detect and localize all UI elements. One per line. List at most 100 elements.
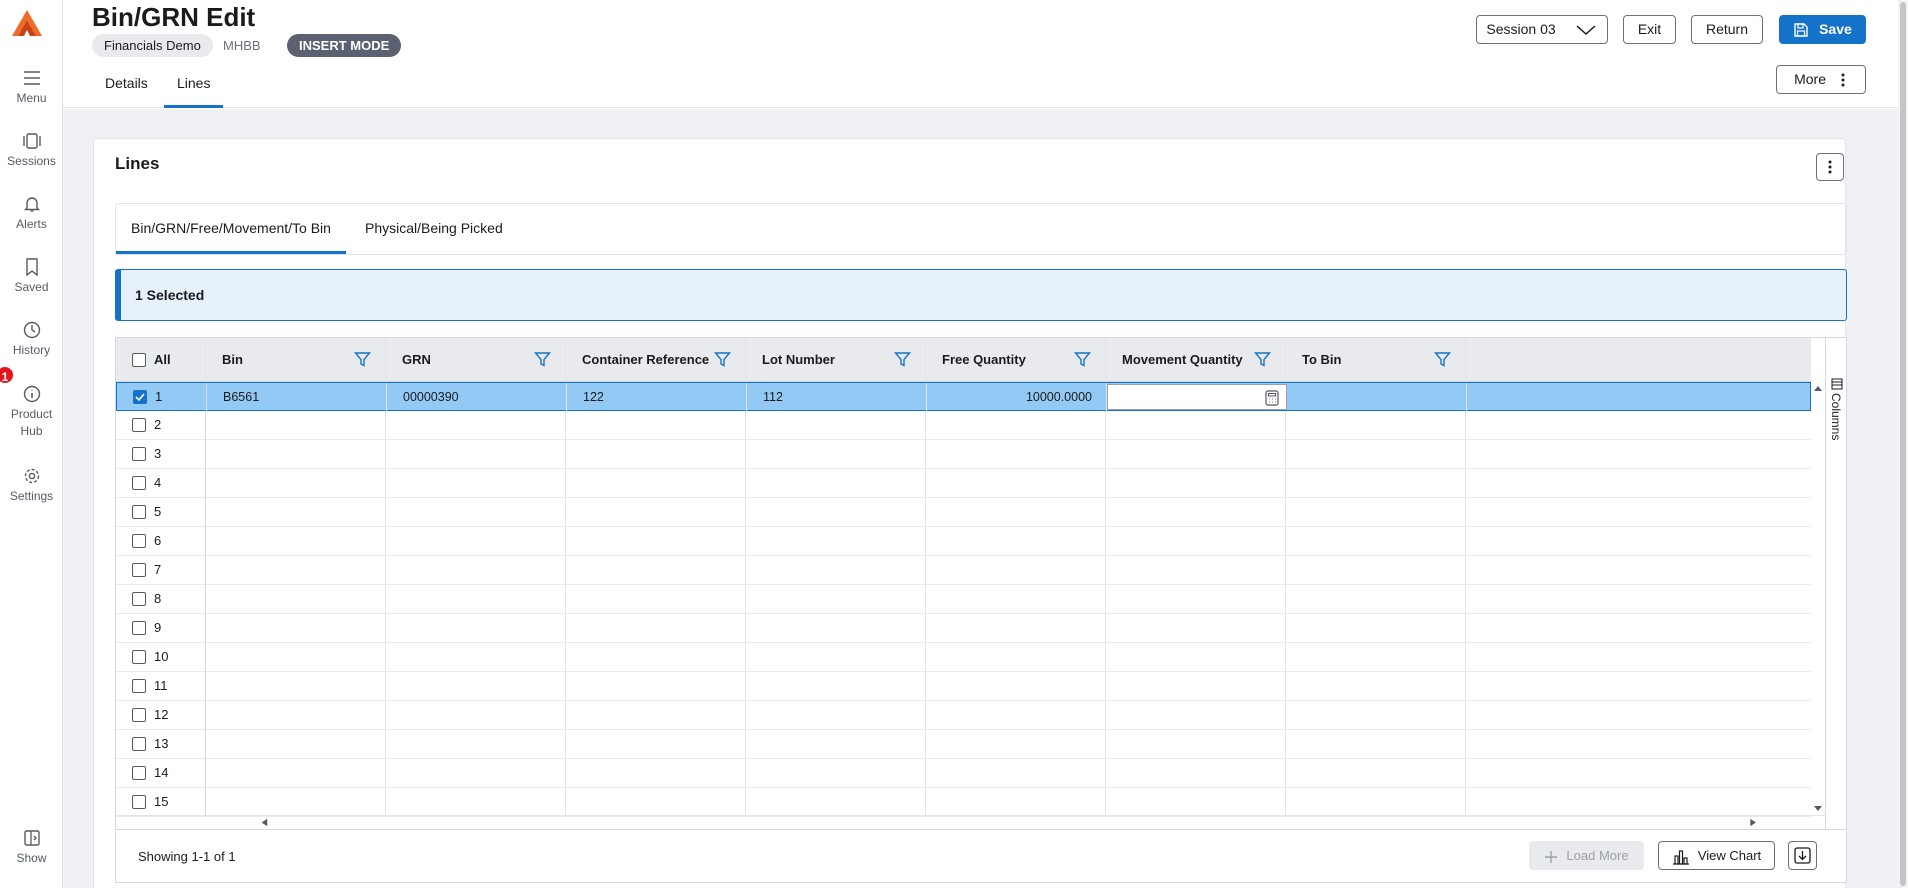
cell-to-bin[interactable] bbox=[1286, 411, 1466, 439]
cell-grn[interactable] bbox=[386, 585, 566, 613]
cell-to-bin[interactable] bbox=[1286, 788, 1466, 816]
column-header-to-bin[interactable]: To Bin bbox=[1286, 338, 1466, 382]
cell-movement-quantity[interactable] bbox=[1106, 585, 1286, 613]
cell-container-reference[interactable] bbox=[566, 701, 746, 729]
cell-grn[interactable] bbox=[386, 411, 566, 439]
table-row[interactable]: 15 bbox=[116, 788, 1811, 817]
vertical-scrollbar[interactable] bbox=[1811, 382, 1825, 815]
table-row[interactable]: 8 bbox=[116, 585, 1811, 614]
cell-bin[interactable]: B6561 bbox=[207, 383, 387, 411]
column-header-grn[interactable]: GRN bbox=[386, 338, 566, 382]
cell-grn[interactable] bbox=[386, 527, 566, 555]
column-header-bin[interactable]: Bin bbox=[206, 338, 386, 382]
cell-bin[interactable] bbox=[206, 440, 386, 468]
cell-free-quantity[interactable] bbox=[926, 614, 1106, 642]
table-row[interactable]: 7 bbox=[116, 556, 1811, 585]
cell-container-reference[interactable] bbox=[566, 614, 746, 642]
table-row[interactable]: 2 bbox=[116, 411, 1811, 440]
row-checkbox[interactable] bbox=[132, 649, 146, 664]
cell-grn[interactable] bbox=[386, 469, 566, 497]
session-dropdown[interactable]: Session 03 bbox=[1476, 15, 1608, 44]
cell-container-reference[interactable] bbox=[566, 788, 746, 816]
tab-lines[interactable]: Lines bbox=[164, 70, 224, 108]
cell-bin[interactable] bbox=[206, 556, 386, 584]
cell-container-reference[interactable] bbox=[566, 672, 746, 700]
horizontal-scrollbar[interactable] bbox=[116, 815, 1825, 830]
column-header-movement-quantity[interactable]: Movement Quantity bbox=[1106, 338, 1286, 382]
cell-bin[interactable] bbox=[206, 701, 386, 729]
row-checkbox[interactable] bbox=[132, 504, 146, 519]
table-row[interactable]: 12 bbox=[116, 701, 1811, 730]
save-button[interactable]: Save bbox=[1779, 15, 1866, 44]
view-chart-button[interactable]: View Chart bbox=[1658, 841, 1775, 870]
cell-free-quantity[interactable] bbox=[926, 672, 1106, 700]
row-checkbox[interactable] bbox=[132, 794, 146, 809]
cell-free-quantity[interactable] bbox=[926, 556, 1106, 584]
cell-grn[interactable] bbox=[386, 730, 566, 758]
filter-icon[interactable] bbox=[1434, 351, 1451, 368]
table-row[interactable]: 10 bbox=[116, 643, 1811, 672]
cell-free-quantity[interactable] bbox=[926, 643, 1106, 671]
cell-bin[interactable] bbox=[206, 730, 386, 758]
cell-movement-quantity[interactable] bbox=[1106, 440, 1286, 468]
cell-container-reference[interactable]: 122 bbox=[567, 383, 747, 411]
row-checkbox[interactable] bbox=[132, 678, 146, 693]
cell-grn[interactable] bbox=[386, 672, 566, 700]
sidebar-item-menu[interactable]: Menu bbox=[0, 69, 63, 107]
sidebar-item-settings[interactable]: Settings bbox=[0, 467, 63, 505]
cell-free-quantity[interactable] bbox=[926, 759, 1106, 787]
cell-grn[interactable] bbox=[386, 759, 566, 787]
cell-grn[interactable] bbox=[386, 556, 566, 584]
cell-movement-quantity[interactable] bbox=[1106, 469, 1286, 497]
sidebar-item-alerts[interactable]: Alerts bbox=[0, 195, 63, 233]
cell-grn[interactable]: 00000390 bbox=[387, 383, 567, 411]
cell-bin[interactable] bbox=[206, 498, 386, 526]
cell-grn[interactable] bbox=[386, 614, 566, 642]
cell-container-reference[interactable] bbox=[566, 556, 746, 584]
cell-bin[interactable] bbox=[206, 585, 386, 613]
row-checkbox[interactable] bbox=[132, 620, 146, 635]
cell-free-quantity[interactable] bbox=[926, 585, 1106, 613]
cell-free-quantity[interactable] bbox=[926, 469, 1106, 497]
table-row[interactable]: 1 B6561 00000390 122 112 10000.0000 bbox=[116, 382, 1811, 411]
row-checkbox[interactable] bbox=[132, 446, 146, 461]
cell-to-bin[interactable] bbox=[1286, 672, 1466, 700]
cell-container-reference[interactable] bbox=[566, 469, 746, 497]
cell-container-reference[interactable] bbox=[566, 498, 746, 526]
column-header-lot-number[interactable]: Lot Number bbox=[746, 338, 926, 382]
row-checkbox[interactable] bbox=[132, 475, 146, 490]
cell-lot-number[interactable] bbox=[746, 527, 926, 555]
app-logo-icon[interactable] bbox=[10, 8, 44, 38]
cell-to-bin[interactable] bbox=[1286, 643, 1466, 671]
cell-to-bin[interactable] bbox=[1286, 759, 1466, 787]
cell-lot-number[interactable] bbox=[746, 614, 926, 642]
cell-free-quantity[interactable] bbox=[926, 498, 1106, 526]
cell-lot-number[interactable]: 112 bbox=[747, 383, 927, 411]
cell-bin[interactable] bbox=[206, 788, 386, 816]
calculator-icon[interactable] bbox=[1264, 390, 1280, 406]
cell-container-reference[interactable] bbox=[566, 585, 746, 613]
cell-to-bin[interactable] bbox=[1286, 469, 1466, 497]
cell-free-quantity[interactable] bbox=[926, 788, 1106, 816]
cell-container-reference[interactable] bbox=[566, 730, 746, 758]
row-checkbox[interactable] bbox=[132, 562, 146, 577]
subtab-bin-grn[interactable]: Bin/GRN/Free/Movement/To Bin bbox=[116, 204, 346, 254]
filter-icon[interactable] bbox=[1074, 351, 1091, 368]
row-checkbox[interactable] bbox=[132, 736, 146, 751]
cell-movement-quantity[interactable] bbox=[1106, 556, 1286, 584]
cell-movement-quantity[interactable] bbox=[1106, 730, 1286, 758]
cell-lot-number[interactable] bbox=[746, 759, 926, 787]
row-checkbox[interactable] bbox=[132, 591, 146, 606]
cell-lot-number[interactable] bbox=[746, 701, 926, 729]
table-row[interactable]: 3 bbox=[116, 440, 1811, 469]
return-button[interactable]: Return bbox=[1691, 15, 1763, 44]
cell-bin[interactable] bbox=[206, 411, 386, 439]
load-more-button[interactable]: Load More bbox=[1529, 841, 1644, 870]
cell-free-quantity[interactable] bbox=[926, 701, 1106, 729]
row-checkbox[interactable] bbox=[132, 533, 146, 548]
table-row[interactable]: 14 bbox=[116, 759, 1811, 788]
subtab-physical[interactable]: Physical/Being Picked bbox=[350, 204, 518, 254]
cell-bin[interactable] bbox=[206, 527, 386, 555]
table-row[interactable]: 11 bbox=[116, 672, 1811, 701]
cell-grn[interactable] bbox=[386, 788, 566, 816]
